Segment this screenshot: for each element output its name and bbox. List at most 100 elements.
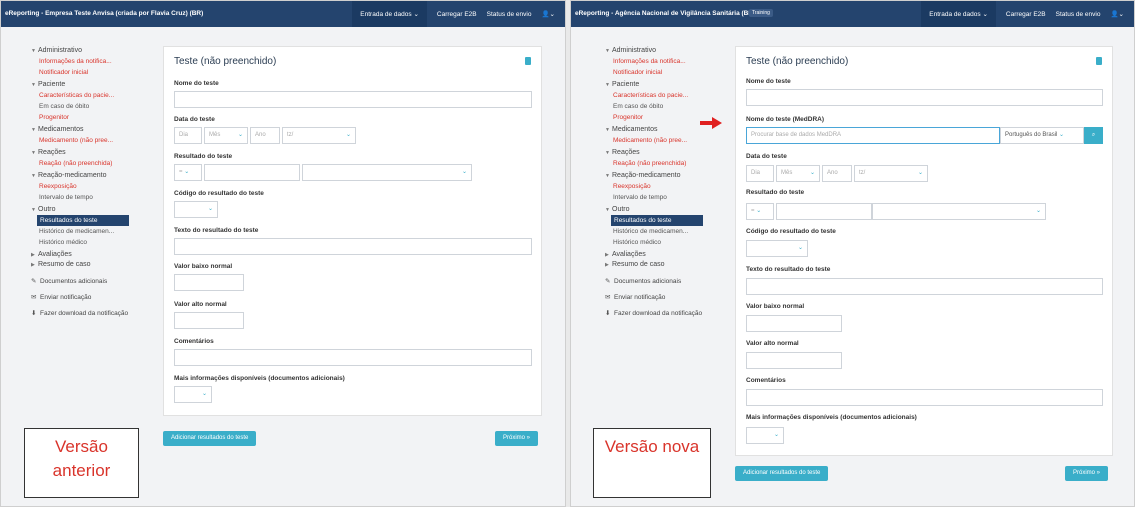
user-icon[interactable]: 👤⌄ bbox=[1110, 10, 1124, 18]
paperclip-icon: ✎ bbox=[31, 278, 37, 285]
trash-icon[interactable] bbox=[1096, 57, 1102, 65]
next-button[interactable]: Próximo » bbox=[495, 431, 539, 446]
download-notificacao-link[interactable]: ⬇ Fazer download da notificação bbox=[605, 306, 725, 322]
sidebar-section-outro[interactable]: ▼ Outro bbox=[31, 206, 151, 213]
ano-input[interactable]: Ano bbox=[250, 127, 280, 144]
sidebar-section-reacao-medicamento[interactable]: ▼ Reação-medicamento bbox=[31, 172, 151, 179]
sidebar-section-reacoes[interactable]: ▼ Reações bbox=[31, 149, 151, 156]
sidebar-section-administrativo[interactable]: ▼ Administrativo bbox=[605, 47, 725, 54]
sidebar-section-medicamentos[interactable]: ▼ Medicamentos bbox=[31, 126, 151, 133]
sidebar-section-reacoes[interactable]: ▼ Reações bbox=[605, 149, 725, 156]
resultado-valor-input[interactable] bbox=[204, 164, 300, 181]
sidebar-item[interactable]: Reação (não preenchida) bbox=[31, 158, 151, 169]
valor-alto-input[interactable] bbox=[746, 352, 842, 369]
sidebar-item[interactable]: Em caso de óbito bbox=[31, 101, 151, 112]
add-test-results-button[interactable]: Adicionar resultados do teste bbox=[163, 431, 257, 446]
valor-baixo-input[interactable] bbox=[174, 274, 244, 291]
sidebar-item[interactable]: Histórico de medicamen... bbox=[31, 226, 151, 237]
valor-alto-input[interactable] bbox=[174, 312, 244, 329]
tz-select[interactable]: tz/ ⌄ bbox=[854, 165, 928, 182]
dia-input[interactable]: Dia bbox=[174, 127, 202, 144]
codigo-select[interactable]: ⌄ bbox=[746, 240, 808, 257]
codigo-select[interactable]: ⌄ bbox=[174, 201, 218, 218]
enviar-notificacao-link[interactable]: ✉ Enviar notificação bbox=[31, 290, 151, 306]
texto-resultado-input[interactable] bbox=[746, 278, 1103, 295]
sidebar-item[interactable]: Características do pacie... bbox=[31, 90, 151, 101]
mais-info-select[interactable]: ⌄ bbox=[174, 386, 212, 403]
sidebar-item[interactable]: Medicamento (não pree... bbox=[31, 135, 151, 146]
sidebar-item[interactable]: Histórico médico bbox=[31, 237, 151, 248]
sidebar-item[interactable]: Em caso de óbito bbox=[605, 101, 725, 112]
panel-previous-version: eReporting - Empresa Teste Anvisa (criad… bbox=[0, 0, 566, 507]
sidebar-item-active[interactable]: Resultados do teste bbox=[37, 215, 129, 226]
valor-baixo-input[interactable] bbox=[746, 315, 842, 332]
sidebar-section-paciente[interactable]: ▼ Paciente bbox=[605, 81, 725, 88]
sidebar-section-administrativo[interactable]: ▼ Administrativo bbox=[31, 47, 151, 54]
label-valor-baixo: Valor baixo normal bbox=[174, 263, 233, 270]
download-notificacao-link[interactable]: ⬇ Fazer download da notificação bbox=[31, 306, 151, 322]
version-label-previous: Versão anterior bbox=[24, 428, 139, 498]
sidebar-item[interactable]: Intervalo de tempo bbox=[31, 192, 151, 203]
sidebar-item[interactable]: Notificador inicial bbox=[31, 67, 151, 78]
section-label: Reação-medicamento bbox=[612, 172, 681, 179]
dia-input[interactable]: Dia bbox=[746, 165, 774, 182]
nav-carregar-e2b[interactable]: Carregar E2B bbox=[437, 11, 477, 18]
nav-status-envio[interactable]: Status de envio bbox=[1056, 11, 1101, 18]
sidebar-item[interactable]: Histórico médico bbox=[605, 237, 725, 248]
comentarios-input[interactable] bbox=[174, 349, 532, 366]
sidebar-section-resumo[interactable]: ▶ Resumo de caso bbox=[605, 261, 725, 268]
sidebar-item-active[interactable]: Resultados do teste bbox=[611, 215, 703, 226]
nav-entrada-dados[interactable]: Entrada de dados ⌄ bbox=[352, 1, 427, 27]
sidebar-item[interactable]: Notificador inicial bbox=[605, 67, 725, 78]
sidebar-item[interactable]: Reação (não preenchida) bbox=[605, 158, 725, 169]
sidebar-section-resumo[interactable]: ▶ Resumo de caso bbox=[31, 261, 151, 268]
nav-entrada-dados[interactable]: Entrada de dados ⌄ bbox=[921, 1, 996, 27]
sidebar-section-avaliacoes[interactable]: ▶ Avaliações bbox=[605, 251, 725, 258]
trash-icon[interactable] bbox=[525, 57, 531, 65]
sidebar: ▼ Administrativo Informações da notifica.… bbox=[31, 47, 151, 322]
chevron-down-icon: ⌄ bbox=[917, 170, 923, 176]
documentos-adicionais-link[interactable]: ✎ Documentos adicionais bbox=[31, 274, 151, 290]
paperclip-icon: ✎ bbox=[605, 278, 611, 285]
nome-teste-input[interactable] bbox=[746, 89, 1103, 106]
operador-select[interactable]: = ⌄ bbox=[174, 164, 202, 181]
add-test-results-button[interactable]: Adicionar resultados do teste bbox=[735, 466, 829, 481]
sidebar-item[interactable]: Medicamento (não pree... bbox=[605, 135, 725, 146]
app-title: eReporting - Agência Nacional de Vigilân… bbox=[575, 10, 756, 17]
unidade-select[interactable]: ⌄ bbox=[302, 164, 472, 181]
sidebar-item[interactable]: Reexposição bbox=[31, 181, 151, 192]
enviar-notificacao-link[interactable]: ✉ Enviar notificação bbox=[605, 290, 725, 306]
mes-select[interactable]: Mês ⌄ bbox=[204, 127, 248, 144]
comentarios-input[interactable] bbox=[746, 389, 1103, 406]
label-codigo: Código do resultado do teste bbox=[174, 190, 264, 197]
sidebar-item[interactable]: Informações da notifica... bbox=[31, 56, 151, 67]
sidebar-item[interactable]: Progenitor bbox=[31, 112, 151, 123]
sidebar-item[interactable]: Histórico de medicamen... bbox=[605, 226, 725, 237]
mais-info-select[interactable]: ⌄ bbox=[746, 427, 784, 444]
sidebar-item[interactable]: Informações da notifica... bbox=[605, 56, 725, 67]
user-icon[interactable]: 👤⌄ bbox=[541, 10, 555, 18]
tz-select[interactable]: tz/ ⌄ bbox=[282, 127, 356, 144]
ano-input[interactable]: Ano bbox=[822, 165, 852, 182]
section-label: Administrativo bbox=[38, 47, 82, 54]
nav-carregar-e2b[interactable]: Carregar E2B bbox=[1006, 11, 1046, 18]
sidebar-item[interactable]: Intervalo de tempo bbox=[605, 192, 725, 203]
resultado-valor-input[interactable] bbox=[776, 203, 872, 220]
search-button[interactable]: ⌕ bbox=[1084, 127, 1103, 144]
nav-status-envio[interactable]: Status de envio bbox=[487, 11, 532, 18]
next-button[interactable]: Próximo » bbox=[1065, 466, 1109, 481]
sidebar-section-avaliacoes[interactable]: ▶ Avaliações bbox=[31, 251, 151, 258]
language-select[interactable]: Português do Brasil ⌄ bbox=[1000, 127, 1084, 144]
nome-teste-input[interactable] bbox=[174, 91, 532, 108]
sidebar-section-outro[interactable]: ▼ Outro bbox=[605, 206, 725, 213]
documentos-adicionais-link[interactable]: ✎ Documentos adicionais bbox=[605, 274, 725, 290]
meddra-search-input[interactable]: Procurar base de dados MedDRA bbox=[746, 127, 1000, 144]
texto-resultado-input[interactable] bbox=[174, 238, 532, 255]
sidebar-item[interactable]: Reexposição bbox=[605, 181, 725, 192]
operador-select[interactable]: = ⌄ bbox=[746, 203, 774, 220]
unidade-select[interactable]: ⌄ bbox=[872, 203, 1046, 220]
sidebar-item[interactable]: Características do pacie... bbox=[605, 90, 725, 101]
sidebar-section-reacao-medicamento[interactable]: ▼ Reação-medicamento bbox=[605, 172, 725, 179]
mes-select[interactable]: Mês ⌄ bbox=[776, 165, 820, 182]
sidebar-section-paciente[interactable]: ▼ Paciente bbox=[31, 81, 151, 88]
